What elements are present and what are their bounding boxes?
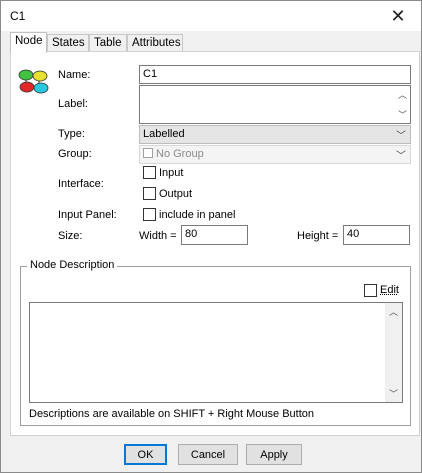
name-label: Name: bbox=[58, 69, 91, 81]
interface-input-label: Input bbox=[159, 167, 184, 179]
type-label: Type: bbox=[58, 128, 85, 140]
chevron-up-icon[interactable]: ︿ bbox=[398, 88, 407, 101]
node-description-title: Node Description bbox=[27, 259, 118, 271]
type-value: Labelled bbox=[143, 128, 185, 140]
description-scrollbar[interactable]: ︿ ﹀ bbox=[385, 303, 402, 402]
node-properties-dialog: C1 ✕ Node States Table Attributes Name: … bbox=[0, 0, 422, 473]
ok-button[interactable]: OK bbox=[124, 444, 167, 465]
chevron-up-icon[interactable]: ︿ bbox=[389, 305, 398, 318]
group-select: No Group ﹀ bbox=[139, 145, 411, 164]
node-tab-panel: Name: C1 Label: ︿ ﹀ Type: Labelled ﹀ Gro… bbox=[10, 51, 420, 436]
include-in-panel-label: include in panel bbox=[159, 209, 236, 221]
description-hint: Descriptions are available on SHIFT + Ri… bbox=[29, 408, 315, 420]
close-button[interactable]: ✕ bbox=[375, 1, 421, 31]
tab-attributes[interactable]: Attributes bbox=[127, 34, 183, 52]
size-label: Size: bbox=[58, 230, 83, 242]
label-label: Label: bbox=[58, 98, 88, 110]
interface-output-label: Output bbox=[159, 188, 193, 200]
close-icon: ✕ bbox=[390, 5, 406, 26]
tab-table[interactable]: Table bbox=[89, 34, 127, 52]
chevron-down-icon: ﹀ bbox=[396, 151, 406, 162]
group-value: No Group bbox=[156, 148, 204, 160]
width-label: Width = bbox=[139, 230, 177, 242]
window-title: C1 bbox=[10, 9, 26, 23]
label-textarea[interactable]: ︿ ﹀ bbox=[139, 85, 411, 124]
height-label: Height = bbox=[297, 230, 339, 242]
description-textarea[interactable]: ︿ ﹀ bbox=[29, 302, 403, 403]
name-field[interactable]: C1 bbox=[139, 65, 411, 84]
tab-states[interactable]: States bbox=[47, 34, 89, 52]
cancel-button[interactable]: Cancel bbox=[178, 444, 238, 465]
interface-output-checkbox[interactable] bbox=[143, 187, 156, 200]
chevron-down-icon[interactable]: ﹀ bbox=[398, 108, 407, 121]
chevron-down-icon[interactable]: ﹀ bbox=[389, 387, 398, 400]
height-field[interactable]: 40 bbox=[343, 225, 410, 245]
tab-node[interactable]: Node bbox=[10, 32, 47, 53]
edit-label: Edit bbox=[380, 284, 399, 296]
interface-input-checkbox[interactable] bbox=[143, 166, 156, 179]
interface-label: Interface: bbox=[58, 178, 104, 190]
group-checkbox bbox=[143, 148, 153, 158]
node-description-group: Node Description Edit ︿ ﹀ Descriptions a… bbox=[20, 259, 411, 426]
apply-button[interactable]: Apply bbox=[246, 444, 302, 465]
edit-checkbox[interactable] bbox=[364, 284, 377, 297]
chevron-down-icon: ﹀ bbox=[396, 131, 406, 142]
include-in-panel-checkbox[interactable] bbox=[143, 208, 156, 221]
width-field[interactable]: 80 bbox=[181, 225, 248, 245]
title-bar: C1 ✕ bbox=[1, 1, 421, 31]
node-type-icon bbox=[18, 69, 49, 94]
group-label: Group: bbox=[58, 148, 92, 160]
type-select[interactable]: Labelled ﹀ bbox=[139, 125, 411, 144]
input-panel-label: Input Panel: bbox=[58, 209, 117, 221]
